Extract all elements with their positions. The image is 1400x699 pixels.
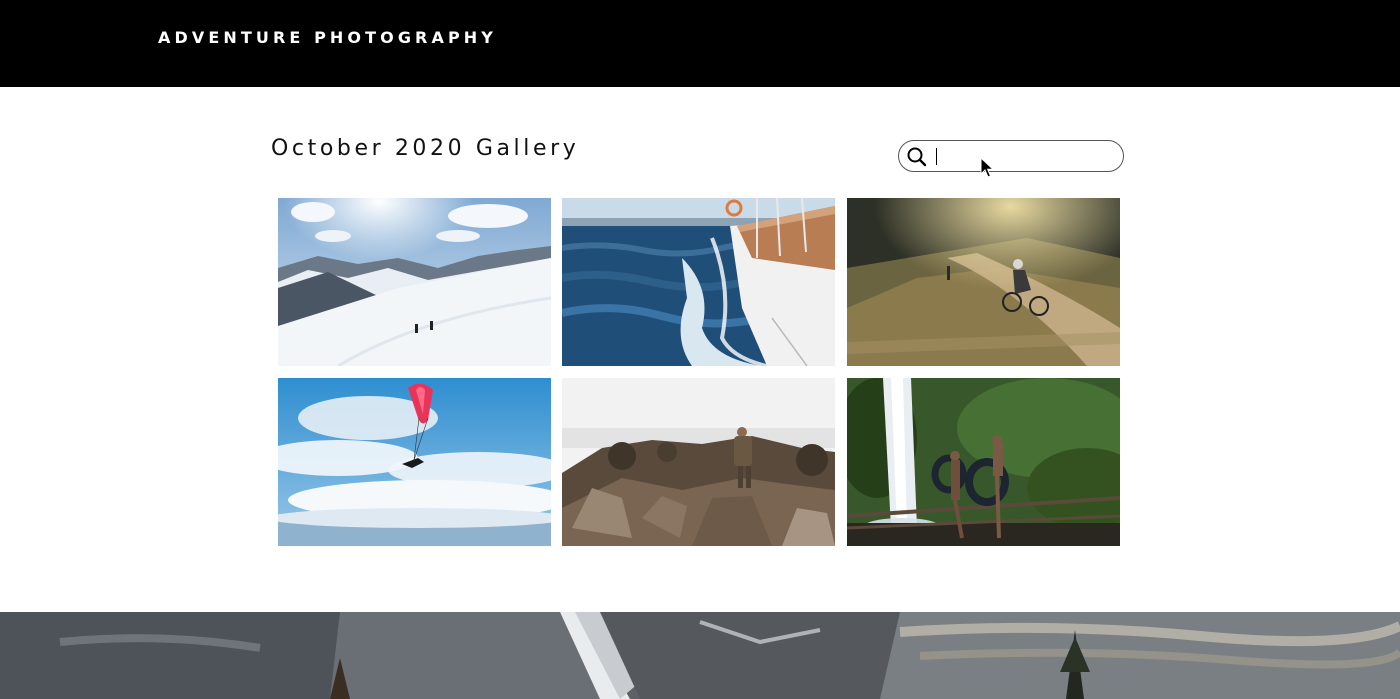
- search-icon: [907, 147, 927, 167]
- top-header-bar: ADVENTURE PHOTOGRAPHY: [0, 0, 1400, 87]
- mouse-pointer-icon: [980, 157, 994, 178]
- photo-paraglider[interactable]: [278, 378, 551, 546]
- photo-sailboat-waves[interactable]: [562, 198, 835, 366]
- mountain-banner-image: [0, 612, 1400, 699]
- page-title: October 2020 Gallery: [271, 136, 580, 161]
- search-input[interactable]: [933, 144, 1113, 168]
- photo-snow-hikers[interactable]: [278, 198, 551, 366]
- photo-gallery: [278, 198, 1120, 546]
- search-box[interactable]: [898, 140, 1124, 172]
- text-caret: [936, 148, 937, 165]
- photo-rocky-hiker[interactable]: [562, 378, 835, 546]
- photo-waterfall-tubes[interactable]: [847, 378, 1120, 546]
- photo-mountain-biker[interactable]: [847, 198, 1120, 366]
- site-brand[interactable]: ADVENTURE PHOTOGRAPHY: [158, 28, 497, 47]
